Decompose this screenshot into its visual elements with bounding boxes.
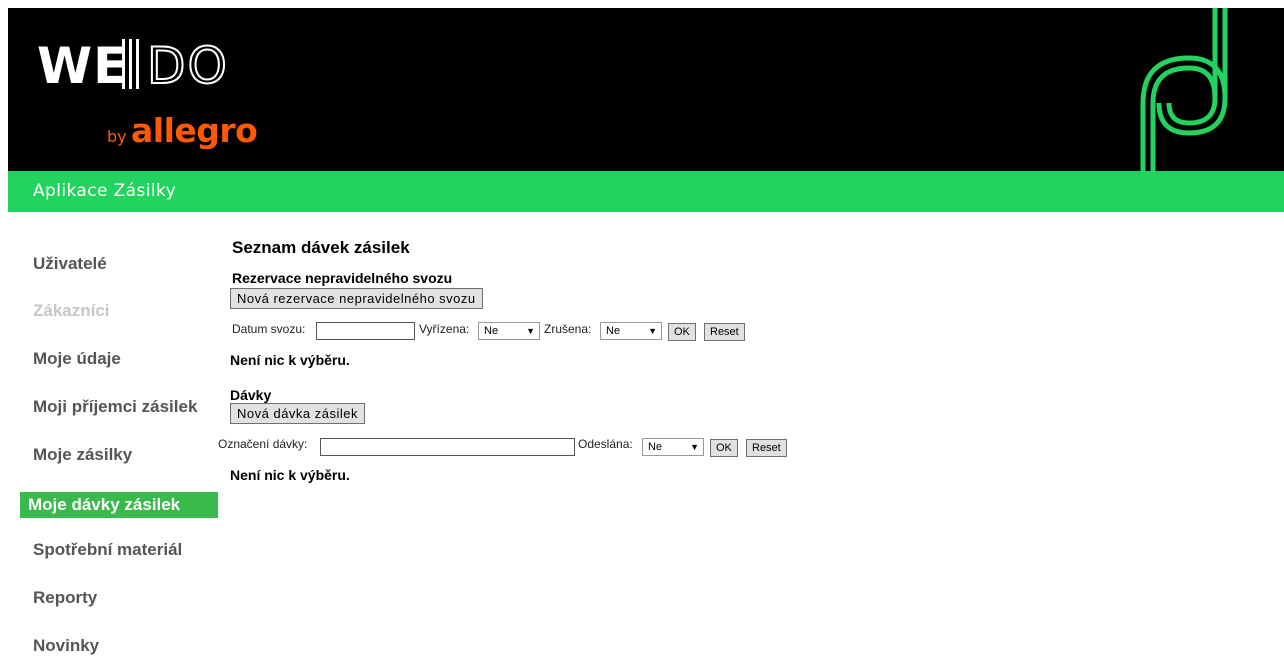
logo-divider-icon — [122, 39, 139, 89]
pickup-date-input[interactable] — [316, 322, 415, 340]
reservations-ok-button[interactable]: OK — [668, 323, 696, 341]
sidebar-item-news[interactable]: Novinky — [33, 636, 99, 656]
app-title: Aplikace Zásilky — [33, 181, 177, 201]
logo-by: by — [107, 127, 127, 146]
cancelled-label: Zrušena: — [544, 322, 592, 336]
sidebar-item-my-details[interactable]: Moje údaje — [33, 349, 121, 369]
logo-do: DO — [146, 36, 229, 96]
new-reservation-button[interactable]: Nová rezervace nepravidelného svozu — [230, 288, 483, 309]
cancelled-select[interactable]: Ne ▼ — [600, 322, 662, 340]
chevron-down-icon: ▼ — [690, 442, 699, 452]
page-title: Seznam dávek zásilek — [232, 238, 410, 257]
header: WE DO by allegro — [8, 8, 1284, 171]
handled-label: Vyřízena: — [419, 322, 470, 336]
new-batch-button[interactable]: Nová dávka zásilek — [230, 403, 365, 424]
sidebar-item-my-batches[interactable]: Moje dávky zásilek — [20, 492, 218, 518]
brand-mark-icon — [1140, 8, 1228, 171]
sent-label: Odeslána: — [578, 437, 633, 451]
sent-select-value: Ne — [648, 441, 663, 453]
handled-select[interactable]: Ne ▼ — [478, 322, 540, 340]
batches-reset-button[interactable]: Reset — [746, 439, 787, 457]
sent-select[interactable]: Ne ▼ — [642, 438, 704, 456]
handled-select-value: Ne — [484, 325, 499, 337]
chevron-down-icon: ▼ — [648, 326, 657, 336]
batch-mark-label: Označení dávky: — [218, 437, 308, 451]
sidebar-item-my-recipients[interactable]: Moji příjemci zásilek — [33, 397, 197, 417]
pickup-date-label: Datum svozu: — [232, 322, 306, 336]
sidebar-item-reports[interactable]: Reporty — [33, 588, 97, 608]
sidebar-item-supplies[interactable]: Spotřební materiál — [33, 540, 182, 560]
batch-mark-input[interactable] — [320, 438, 575, 456]
reservations-empty-message: Není nic k výběru. — [230, 352, 350, 368]
sidebar-item-my-shipments[interactable]: Moje zásilky — [33, 445, 132, 465]
cancelled-select-value: Ne — [606, 325, 621, 337]
logo-allegro: allegro — [131, 111, 258, 150]
sidebar-item-users[interactable]: Uživatelé — [33, 254, 107, 274]
app-title-bar: Aplikace Zásilky — [8, 171, 1284, 212]
batches-ok-button[interactable]: OK — [710, 439, 738, 457]
chevron-down-icon: ▼ — [526, 326, 535, 336]
logo-we: WE — [37, 37, 129, 95]
reservations-reset-button[interactable]: Reset — [704, 323, 745, 341]
batches-heading: Dávky — [230, 387, 272, 403]
reservations-heading: Rezervace nepravidelného svozu — [232, 270, 453, 286]
batches-empty-message: Není nic k výběru. — [230, 467, 350, 483]
sidebar-item-customers: Zákazníci — [33, 301, 110, 320]
